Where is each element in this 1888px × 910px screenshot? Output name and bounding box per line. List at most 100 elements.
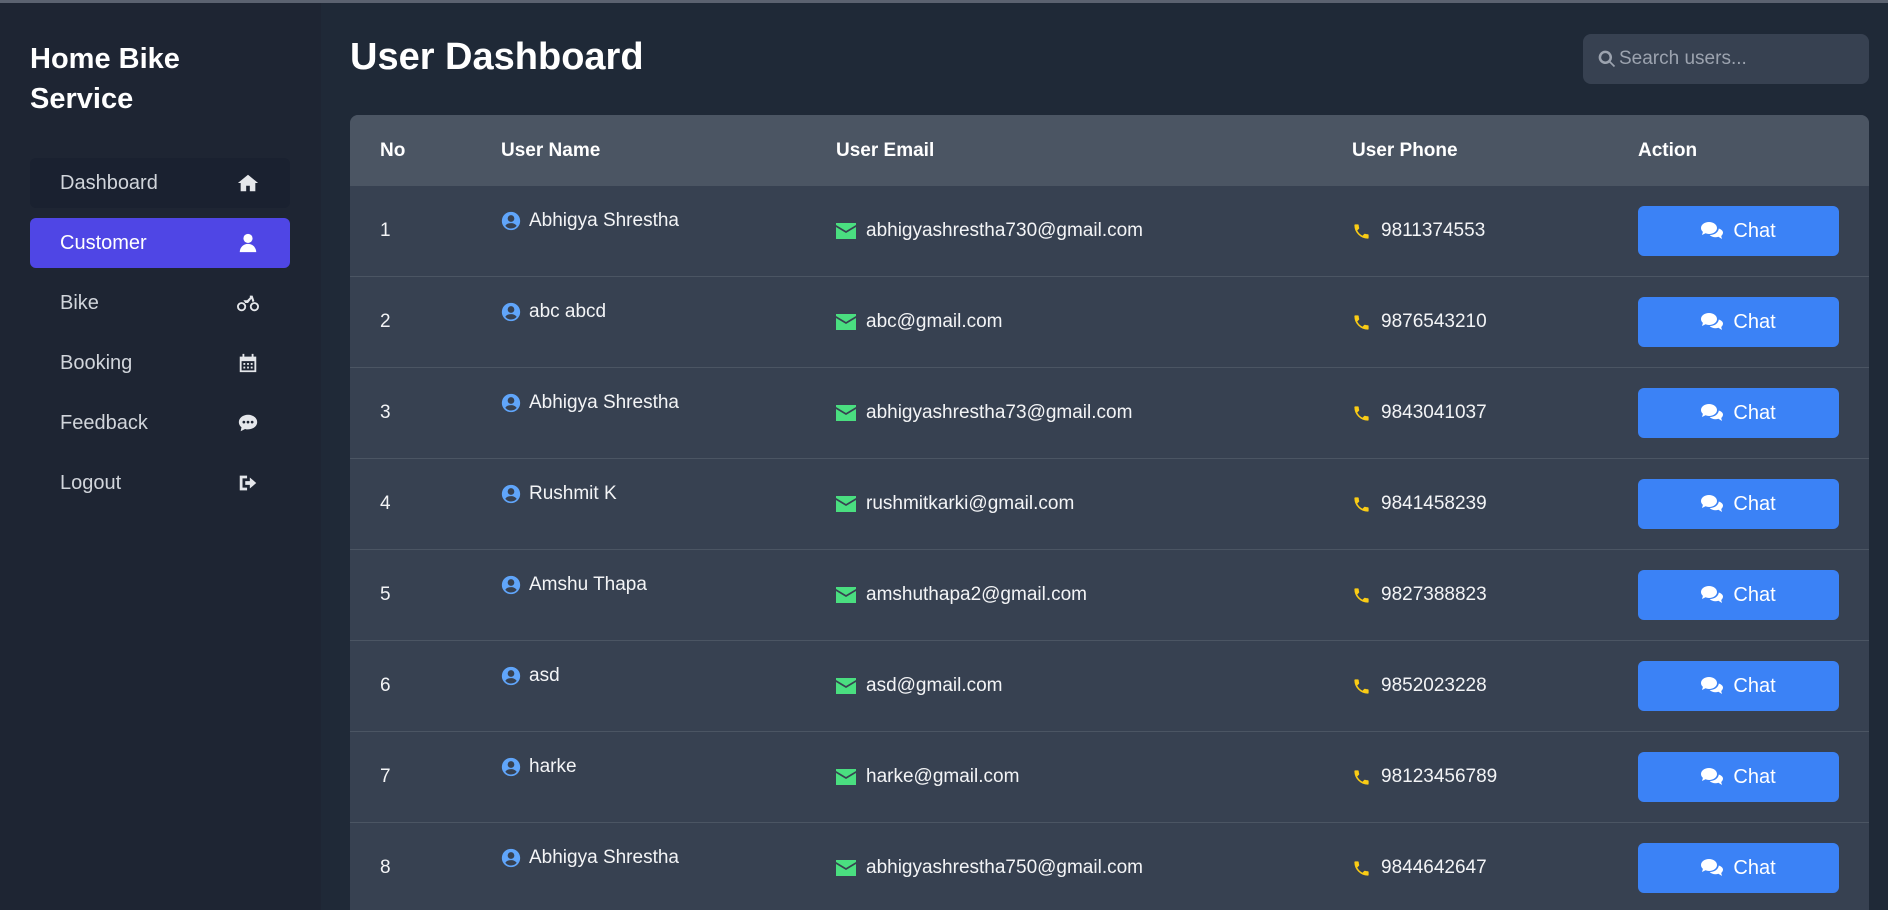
- sidebar-item-label: Customer: [60, 231, 147, 254]
- user-email-cell: asd@gmail.com: [836, 675, 1003, 697]
- user-name: Rushmit K: [529, 483, 617, 504]
- user-name-cell: Rushmit K: [501, 483, 617, 505]
- column-header-action: Action: [1638, 139, 1698, 161]
- user-circle-icon: [501, 575, 521, 595]
- row-number: 1: [380, 220, 391, 241]
- sidebar-item-bike[interactable]: Bike: [30, 278, 290, 328]
- user-email-cell: abc@gmail.com: [836, 311, 1003, 333]
- user-name: abc abcd: [529, 301, 607, 322]
- user-name-cell: Abhigya Shrestha: [501, 847, 679, 869]
- user-email: amshuthapa2@gmail.com: [866, 584, 1088, 605]
- phone-icon: [1352, 495, 1371, 514]
- search-box[interactable]: [1583, 34, 1869, 84]
- phone-icon: [1352, 859, 1371, 878]
- chat-button-label: Chat: [1733, 492, 1776, 515]
- chat-button[interactable]: Chat: [1638, 297, 1839, 347]
- chat-button[interactable]: Chat: [1638, 570, 1839, 620]
- phone-icon: [1352, 313, 1371, 332]
- user-phone-cell: 9876543210: [1352, 311, 1487, 333]
- table-row: 1 Abhigya Shrestha abhigyashrestha730@gm…: [350, 186, 1869, 277]
- chat-button[interactable]: Chat: [1638, 843, 1839, 893]
- user-phone-cell: 9841458239: [1352, 493, 1487, 515]
- user-email-cell: abhigyashrestha73@gmail.com: [836, 402, 1132, 424]
- main-content: User Dashboard No User Name User Email U…: [350, 3, 1869, 910]
- envelope-icon: [836, 496, 856, 512]
- user-icon: [236, 231, 260, 255]
- user-circle-icon: [501, 484, 521, 504]
- sidebar-item-customer[interactable]: Customer: [30, 218, 290, 268]
- user-phone: 9876543210: [1381, 311, 1487, 332]
- chat-button[interactable]: Chat: [1638, 206, 1839, 256]
- search-icon: [1597, 49, 1617, 69]
- sidebar-item-label: Bike: [60, 291, 99, 314]
- chat-button[interactable]: Chat: [1638, 388, 1839, 438]
- user-email-cell: abhigyashrestha750@gmail.com: [836, 857, 1143, 879]
- user-email-cell: harke@gmail.com: [836, 766, 1019, 788]
- action-cell: Chat: [1638, 388, 1839, 438]
- sidebar-item-feedback[interactable]: Feedback: [30, 398, 290, 448]
- sidebar-item-label: Feedback: [60, 411, 148, 434]
- sign-out-icon: [236, 471, 260, 495]
- action-cell: Chat: [1638, 843, 1839, 893]
- user-phone-cell: 9811374553: [1352, 220, 1485, 242]
- comments-icon: [1701, 586, 1724, 604]
- user-circle-icon: [501, 848, 521, 868]
- user-name: harke: [529, 756, 577, 777]
- phone-icon: [1352, 222, 1371, 241]
- chat-button-label: Chat: [1733, 219, 1776, 242]
- column-header-user-email[interactable]: User Email: [836, 140, 934, 162]
- table-row: 4 Rushmit K rushmitkarki@gmail.com 98414…: [350, 459, 1869, 550]
- chat-button[interactable]: Chat: [1638, 479, 1839, 529]
- user-circle-icon: [501, 211, 521, 231]
- motorcycle-icon: [236, 291, 260, 315]
- phone-icon: [1352, 768, 1371, 787]
- user-name-cell: Abhigya Shrestha: [501, 210, 679, 232]
- envelope-icon: [836, 678, 856, 694]
- sidebar-item-dashboard[interactable]: Dashboard: [30, 158, 290, 208]
- sidebar-item-booking[interactable]: Booking: [30, 338, 290, 388]
- user-phone-cell: 9827388823: [1352, 584, 1487, 606]
- comment-icon: [236, 411, 260, 435]
- user-name-cell: Abhigya Shrestha: [501, 392, 679, 414]
- user-name: asd: [529, 665, 560, 686]
- table-row: 6 asd asd@gmail.com 9852023228 Chat: [350, 641, 1869, 732]
- brand-title: Home Bike Service: [30, 43, 180, 115]
- sidebar-item-logout[interactable]: Logout: [30, 458, 290, 508]
- action-cell: Chat: [1638, 206, 1839, 256]
- column-header-user-phone[interactable]: User Phone: [1352, 140, 1458, 162]
- table-row: 2 abc abcd abc@gmail.com 9876543210 Chat: [350, 277, 1869, 368]
- envelope-icon: [836, 405, 856, 421]
- chat-button-label: Chat: [1733, 856, 1776, 879]
- user-phone: 9844642647: [1381, 857, 1487, 878]
- user-name: Abhigya Shrestha: [529, 392, 679, 413]
- user-name-cell: harke: [501, 756, 577, 778]
- table-header: No User Name User Email User Phone Actio…: [350, 115, 1869, 186]
- users-table: No User Name User Email User Phone Actio…: [350, 115, 1869, 910]
- table-row: 3 Abhigya Shrestha abhigyashrestha73@gma…: [350, 368, 1869, 459]
- user-name-cell: Amshu Thapa: [501, 574, 647, 596]
- row-number: 2: [380, 311, 391, 332]
- chat-button[interactable]: Chat: [1638, 661, 1839, 711]
- comments-icon: [1701, 313, 1724, 331]
- user-email: abhigyashrestha730@gmail.com: [866, 220, 1143, 241]
- column-header-user-name[interactable]: User Name: [501, 140, 600, 162]
- user-phone-cell: 9844642647: [1352, 857, 1487, 879]
- action-cell: Chat: [1638, 752, 1839, 802]
- column-header-no[interactable]: No: [380, 140, 405, 162]
- sidebar-item-label: Dashboard: [60, 171, 158, 194]
- user-email: rushmitkarki@gmail.com: [866, 493, 1075, 514]
- user-name-cell: asd: [501, 665, 560, 687]
- comments-icon: [1701, 222, 1724, 240]
- chat-button[interactable]: Chat: [1638, 752, 1839, 802]
- user-email-cell: rushmitkarki@gmail.com: [836, 493, 1074, 515]
- comments-icon: [1701, 677, 1724, 695]
- user-email-cell: abhigyashrestha730@gmail.com: [836, 220, 1143, 242]
- table-row: 8 Abhigya Shrestha abhigyashrestha750@gm…: [350, 823, 1869, 910]
- home-icon: [236, 171, 260, 195]
- envelope-icon: [836, 860, 856, 876]
- search-input[interactable]: [1617, 47, 1861, 71]
- user-name: Amshu Thapa: [529, 574, 647, 595]
- user-name-cell: abc abcd: [501, 301, 606, 323]
- chat-button-label: Chat: [1733, 401, 1776, 424]
- user-phone: 98123456789: [1381, 766, 1498, 787]
